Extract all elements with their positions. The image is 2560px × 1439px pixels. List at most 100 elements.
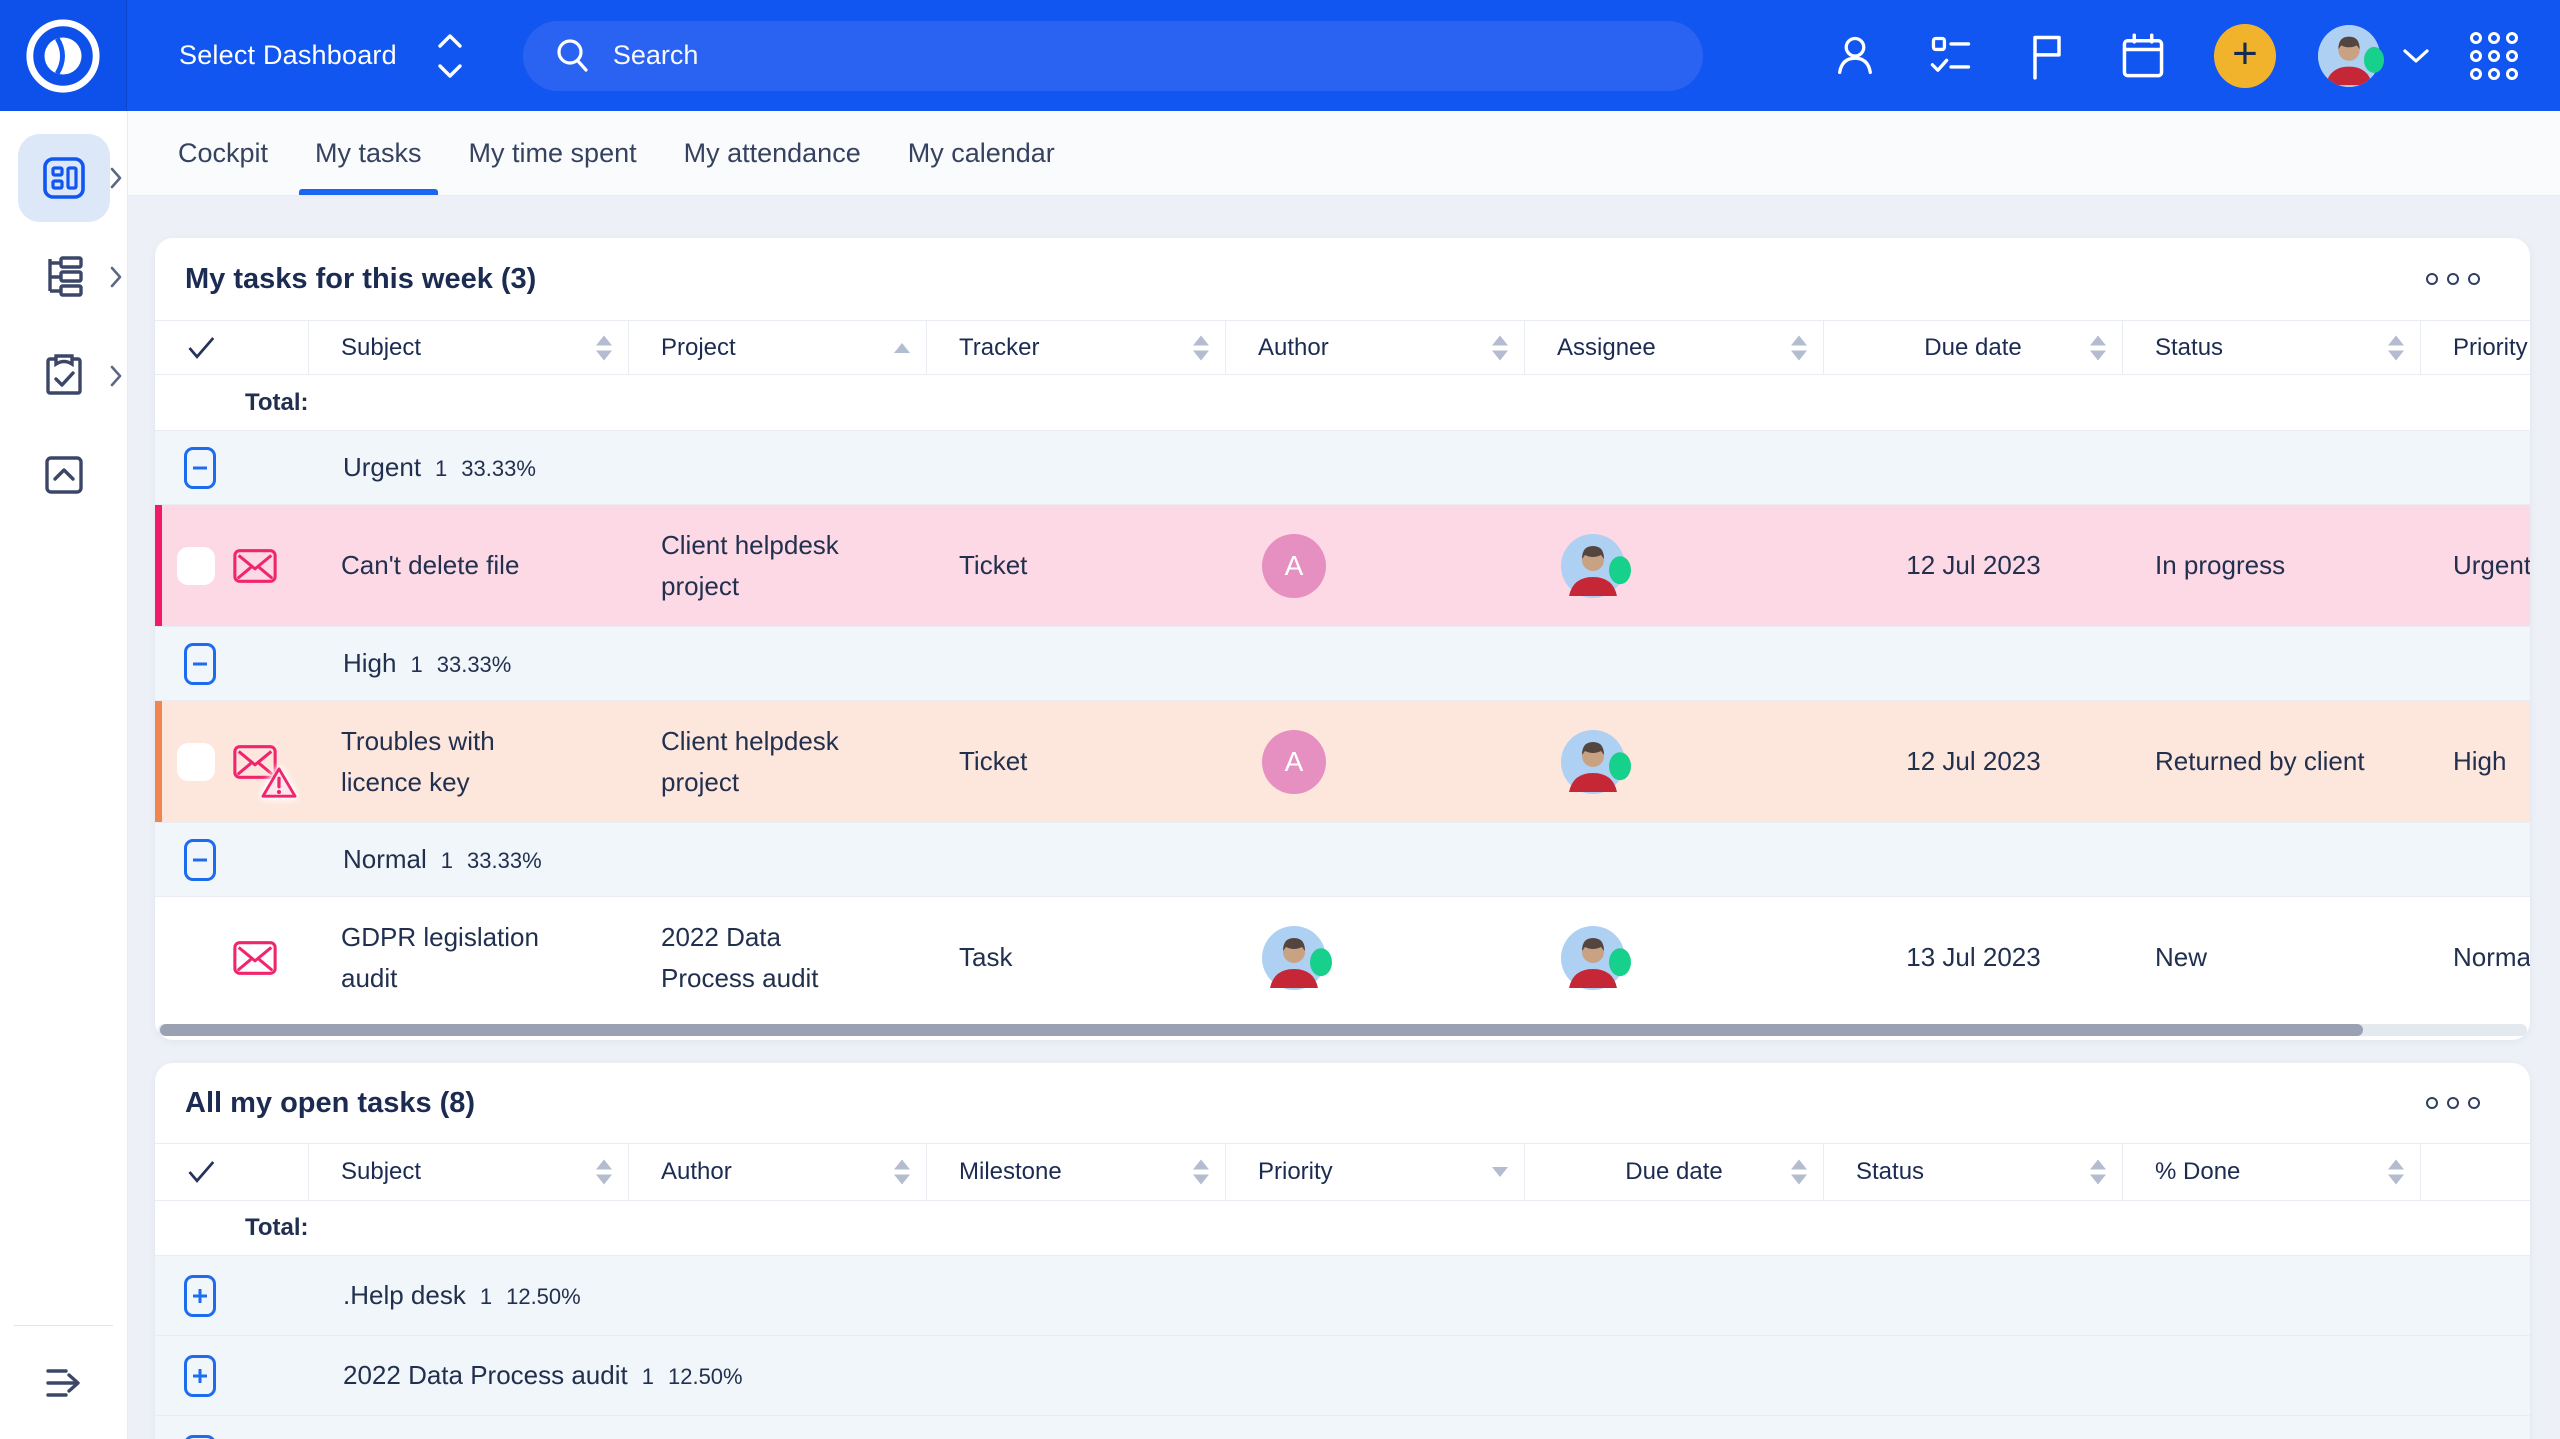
tab-my-calendar[interactable]: My calendar	[892, 111, 1071, 195]
task-author[interactable]: A	[1226, 730, 1525, 794]
group-row-help-desk[interactable]: .Help desk112.50%	[155, 1255, 2530, 1335]
dashboard-tabs: Cockpit My tasks My time spent My attend…	[127, 111, 2560, 196]
app-logo[interactable]	[0, 0, 127, 111]
task-project[interactable]: Client helpdesk project	[629, 721, 927, 802]
column-header-tracker[interactable]: Tracker	[927, 321, 1226, 374]
chevron-right-icon	[109, 364, 123, 388]
task-assignee[interactable]	[1525, 926, 1824, 990]
table-header-row: Subject Project Tracker Author Assignee …	[155, 320, 2530, 374]
task-due-date: 12 Jul 2023	[1824, 741, 2123, 781]
group-row-2022-data-process-audit[interactable]: 2022 Data Process audit112.50%	[155, 1335, 2530, 1415]
total-row: Total:	[155, 374, 2530, 430]
sidebar-item-dashboard[interactable]	[0, 134, 127, 222]
column-header-percent-done[interactable]: % Done	[2123, 1144, 2421, 1200]
task-project[interactable]: 2022 Data Process audit	[629, 917, 927, 998]
panel-options-menu-icon[interactable]	[2420, 1091, 2486, 1115]
email-origin-icon	[232, 938, 278, 978]
column-header-project[interactable]: Project	[629, 321, 927, 374]
online-status-dot	[2364, 46, 2384, 72]
dashboard-icon	[18, 134, 110, 222]
task-author[interactable]	[1226, 926, 1525, 990]
expand-group-icon[interactable]	[184, 1355, 216, 1397]
row-checkbox[interactable]	[177, 743, 215, 781]
flag-icon[interactable]	[2024, 33, 2070, 79]
profile-icon[interactable]	[1832, 33, 1878, 79]
task-assignee[interactable]	[1525, 534, 1824, 598]
task-priority: Urgent	[2421, 545, 2530, 585]
column-header-priority[interactable]: Priority	[1226, 1144, 1525, 1200]
column-header-author[interactable]: Author	[629, 1144, 927, 1200]
expand-group-icon[interactable]	[184, 1275, 216, 1317]
column-header-status[interactable]: Status	[2123, 321, 2421, 374]
group-row-high[interactable]: High133.33%	[155, 626, 2530, 700]
column-header-milestone[interactable]: Milestone	[927, 1144, 1226, 1200]
group-row-urgent[interactable]: Urgent133.33%	[155, 430, 2530, 504]
row-checkbox[interactable]	[177, 939, 215, 977]
task-subject[interactable]: Can't delete file	[309, 545, 629, 585]
calendar-icon[interactable]	[2120, 33, 2166, 79]
chevron-right-icon	[109, 166, 123, 190]
select-all-header[interactable]	[155, 1144, 309, 1200]
column-header-empty	[2421, 1144, 2530, 1200]
task-row-troubles-licence-key[interactable]: Troubles with licence key Client helpdes…	[155, 700, 2530, 822]
priority-color-bar	[155, 505, 162, 626]
sidebar-item-tasks[interactable]	[0, 332, 127, 420]
plus-icon: +	[2232, 32, 2258, 76]
panel-options-menu-icon[interactable]	[2420, 267, 2486, 291]
topbar-actions: +	[1782, 24, 2560, 88]
apps-grid-icon[interactable]	[2470, 32, 2518, 80]
row-checkbox[interactable]	[177, 547, 215, 585]
expand-sidebar-button[interactable]	[38, 1357, 90, 1409]
online-status-dot	[1609, 556, 1631, 584]
collapse-group-icon[interactable]	[184, 643, 216, 685]
column-header-subject[interactable]: Subject	[309, 321, 629, 374]
task-project[interactable]: Client helpdesk project	[629, 525, 927, 606]
online-status-dot	[1609, 948, 1631, 976]
column-header-priority[interactable]: Priority	[2421, 321, 2530, 374]
dashboard-selector[interactable]: Select Dashboard	[179, 30, 465, 82]
tab-cockpit[interactable]: Cockpit	[162, 111, 284, 195]
task-author[interactable]: A	[1226, 534, 1525, 598]
select-all-header[interactable]	[155, 321, 309, 374]
scrollbar-thumb[interactable]	[160, 1024, 2363, 1036]
column-header-status[interactable]: Status	[1824, 1144, 2123, 1200]
task-subject[interactable]: GDPR legislation audit	[309, 917, 629, 998]
tab-my-time-spent[interactable]: My time spent	[453, 111, 653, 195]
column-header-subject[interactable]: Subject	[309, 1144, 629, 1200]
online-status-dot	[1310, 948, 1332, 976]
panel-title: All my open tasks (8)	[185, 1087, 475, 1120]
group-row-normal[interactable]: Normal133.33%	[155, 822, 2530, 896]
task-status: Returned by client	[2123, 741, 2421, 781]
search-bar[interactable]	[523, 21, 1703, 91]
column-header-due-date[interactable]: Due date	[1525, 1144, 1824, 1200]
author-avatar[interactable]: A	[1262, 730, 1326, 794]
column-header-due-date[interactable]: Due date	[1824, 321, 2123, 374]
email-origin-icon	[232, 546, 278, 586]
task-subject[interactable]: Troubles with licence key	[309, 721, 629, 802]
task-tracker: Task	[927, 937, 1226, 977]
tab-my-tasks[interactable]: My tasks	[299, 111, 438, 195]
dashboard-content: My tasks for this week (3) Subject Proje…	[127, 196, 2560, 1439]
expand-group-icon[interactable]	[184, 1435, 216, 1439]
tasks-checklist-icon[interactable]	[1928, 33, 1974, 79]
search-input[interactable]	[613, 40, 1513, 71]
collapse-group-icon[interactable]	[184, 839, 216, 881]
user-avatar[interactable]	[2318, 25, 2380, 87]
sidebar-item-archive[interactable]	[0, 431, 127, 519]
collapse-group-icon[interactable]	[184, 447, 216, 489]
task-assignee[interactable]	[1525, 730, 1824, 794]
tasks-week-table: Subject Project Tracker Author Assignee …	[155, 320, 2530, 1036]
task-row-cant-delete-file[interactable]: Can't delete file Client helpdesk projec…	[155, 504, 2530, 626]
chevron-right-icon	[109, 265, 123, 289]
task-due-date: 13 Jul 2023	[1824, 937, 2123, 977]
tab-my-attendance[interactable]: My attendance	[668, 111, 877, 195]
group-row-partial[interactable]	[155, 1415, 2530, 1439]
column-header-author[interactable]: Author	[1226, 321, 1525, 374]
column-header-assignee[interactable]: Assignee	[1525, 321, 1824, 374]
horizontal-scrollbar[interactable]	[158, 1024, 2527, 1036]
avatar-chevron-down-icon[interactable]	[2402, 47, 2430, 65]
author-avatar[interactable]: A	[1262, 534, 1326, 598]
task-row-gdpr-audit[interactable]: GDPR legislation audit 2022 Data Process…	[155, 896, 2530, 1018]
create-new-button[interactable]: +	[2214, 24, 2276, 88]
sidebar-item-projects[interactable]	[0, 233, 127, 321]
